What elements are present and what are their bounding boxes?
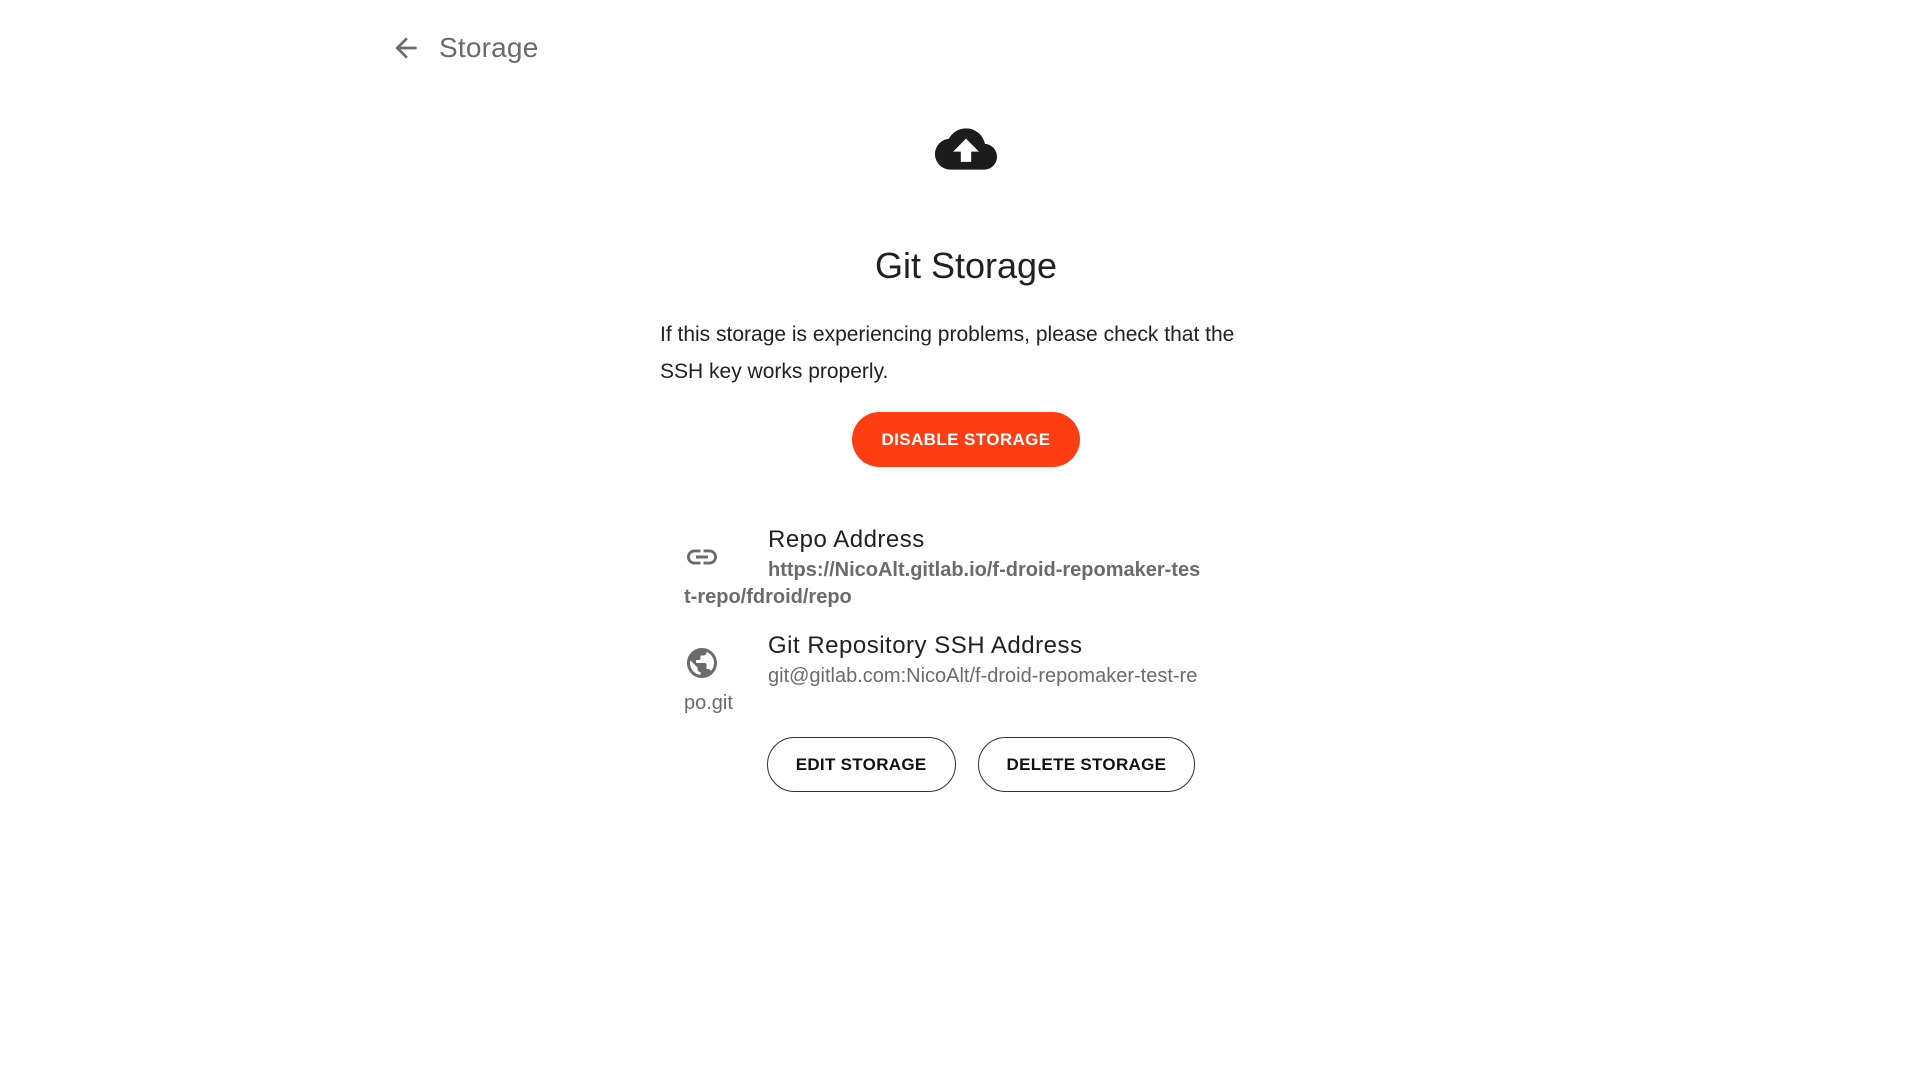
ssh-address-label: Git Repository SSH Address [768, 632, 1083, 659]
repo-address-row: Repo Address https://NicoAlt.gitlab.io/f… [684, 525, 1204, 615]
ssh-address-row: Git Repository SSH Address git@gitlab.co… [684, 631, 1204, 721]
link-icon [684, 539, 720, 575]
back-button[interactable] [385, 27, 427, 69]
cloud-upload-icon [935, 128, 997, 170]
repo-address-value[interactable]: https://NicoAlt.gitlab.io/f-droid-repoma… [684, 557, 1204, 611]
storage-description: If this storage is experiencing problems… [660, 323, 1235, 383]
repo-address-label: Repo Address [768, 526, 925, 553]
disable-wrapper: DISABLE STORAGE [660, 412, 1272, 467]
storage-detail: Git Storage If this storage is experienc… [660, 118, 1272, 792]
page-title: Storage [439, 32, 539, 63]
storage-title: Git Storage [874, 245, 1058, 286]
arrow-back-icon [395, 37, 417, 59]
hero-icon-wrapper [660, 118, 1272, 178]
ssh-address-value: git@gitlab.com:NicoAlt/f-droid-repomaker… [684, 665, 1198, 714]
storage-actions: EDIT STORAGE DELETE STORAGE [660, 737, 1272, 792]
delete-storage-button[interactable]: DELETE STORAGE [977, 737, 1196, 792]
globe-icon [684, 645, 720, 681]
storage-info-list: Repo Address https://NicoAlt.gitlab.io/f… [684, 525, 1204, 721]
top-bar: Storage [385, 22, 538, 74]
disable-storage-button[interactable]: DISABLE STORAGE [852, 412, 1080, 467]
edit-storage-button[interactable]: EDIT STORAGE [766, 737, 956, 792]
